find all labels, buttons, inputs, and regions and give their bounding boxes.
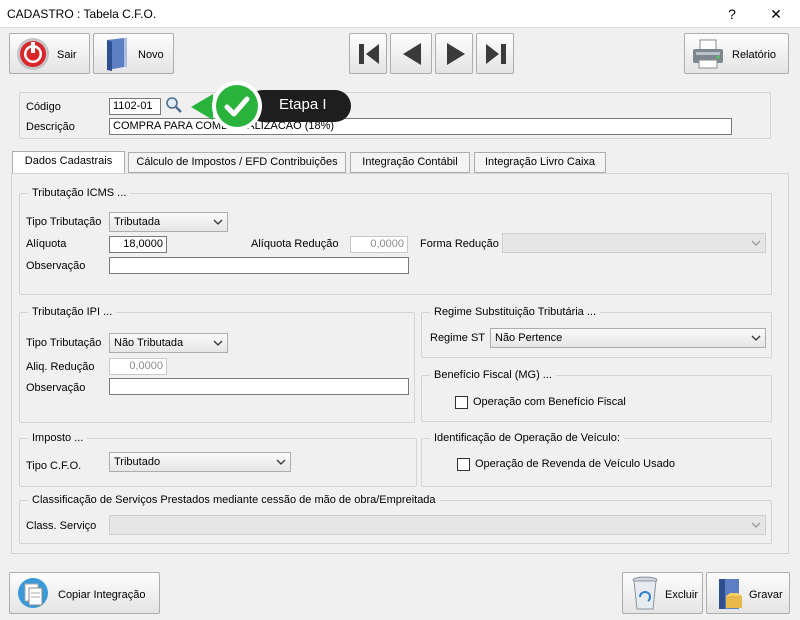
icms-obs-input[interactable] (109, 257, 409, 274)
regime-label: Regime ST (430, 332, 486, 344)
chevron-down-icon (751, 236, 761, 250)
imposto-tipo-label: Tipo C.F.O. (26, 460, 82, 472)
last-icon (483, 41, 509, 67)
chevron-down-icon (213, 215, 223, 229)
icms-obs-label: Observação (26, 260, 86, 272)
icms-reducao-label: Alíquota Redução (251, 238, 339, 250)
codigo-input[interactable]: 1102-01 (109, 98, 161, 115)
icms-aliquota-input[interactable]: 18,0000 (109, 236, 167, 253)
icms-forma-label: Forma Redução (420, 238, 499, 250)
save-folder-icon (715, 576, 745, 612)
ipi-tipo-label: Tipo Tributação (26, 337, 102, 349)
tab-integracao-contabil[interactable]: Integração Contábil (350, 152, 470, 173)
regime-select[interactable]: Não Pertence (490, 328, 766, 348)
tab-label: Dados Cadastrais (24, 155, 113, 167)
etapa-label: Etapa I (279, 96, 327, 113)
next-record-button[interactable] (435, 33, 473, 74)
title-bar: CADASTRO : Tabela C.F.O. ? ✕ (0, 0, 800, 28)
ipi-reducao-label: Aliq. Redução (26, 361, 95, 373)
beneficio-title: Benefício Fiscal (MG) ... (430, 369, 556, 381)
ipi-obs-input[interactable] (109, 378, 409, 395)
window-title: CADASTRO : Tabela C.F.O. (7, 7, 157, 21)
exit-button[interactable]: Sair (9, 33, 90, 74)
chevron-down-icon (751, 518, 761, 532)
delete-label: Excluir (665, 589, 699, 601)
copy-label: Copiar Integração (58, 589, 146, 601)
beneficio-check-label: Operação com Benefício Fiscal (473, 396, 626, 408)
veiculo-title: Identificação de Operação de Veículo: (430, 432, 624, 444)
tab-calculo-impostos[interactable]: Cálculo de Impostos / EFD Contribuições (128, 152, 346, 173)
ipi-tipo-select[interactable]: Não Tributada (109, 333, 228, 353)
first-icon (356, 41, 382, 67)
delete-button[interactable]: Excluir (622, 572, 703, 614)
codigo-label: Código (26, 101, 61, 113)
icms-title: Tributação ICMS ... (28, 187, 131, 199)
icms-forma-select[interactable] (502, 233, 766, 253)
help-button[interactable]: ? (720, 4, 744, 24)
report-button[interactable]: Relatório (684, 33, 789, 74)
exit-label: Sair (57, 49, 77, 61)
ipi-tipo-value: Não Tributada (114, 337, 184, 349)
report-label: Relatório (732, 49, 777, 61)
previous-record-button[interactable] (390, 33, 432, 74)
ipi-reducao-input[interactable]: 0,0000 (109, 358, 167, 375)
last-record-button[interactable] (476, 33, 514, 74)
regime-title: Regime Substituição Tributária ... (430, 306, 601, 318)
descricao-label: Descrição (26, 121, 75, 133)
document-icon (104, 37, 130, 71)
chevron-down-icon (213, 336, 223, 350)
printer-icon (691, 38, 725, 70)
save-button[interactable]: Gravar (706, 572, 790, 614)
previous-icon (399, 41, 425, 67)
save-label: Gravar (749, 589, 783, 601)
etapa-badge: Etapa I (187, 80, 355, 134)
tab-label: Integração Livro Caixa (484, 156, 596, 168)
ipi-title: Tributação IPI ... (28, 306, 117, 318)
chevron-down-icon (276, 455, 286, 469)
veiculo-check-label: Operação de Revenda de Veículo Usado (475, 458, 675, 470)
trash-icon (631, 575, 659, 611)
tab-label: Integração Contábil (362, 156, 458, 168)
imposto-tipo-value: Tributado (114, 456, 161, 468)
next-icon (443, 41, 469, 67)
servicos-title: Classificação de Serviços Prestados medi… (28, 494, 440, 506)
copy-icon (16, 576, 50, 610)
icms-tipo-select[interactable]: Tributada (109, 212, 228, 232)
imposto-title: Imposto ... (28, 432, 88, 444)
veiculo-checkbox[interactable] (457, 458, 470, 471)
first-record-button[interactable] (349, 33, 387, 74)
icms-tipo-value: Tributada (114, 216, 161, 228)
icms-reducao-input[interactable]: 0,0000 (350, 236, 408, 253)
new-label: Novo (138, 49, 164, 61)
chevron-down-icon (751, 331, 761, 345)
close-button[interactable]: ✕ (764, 4, 788, 24)
servicos-select[interactable] (109, 515, 766, 535)
copy-integration-button[interactable]: Copiar Integração (9, 572, 160, 614)
beneficio-checkbox[interactable] (455, 396, 468, 409)
tab-dados-cadastrais[interactable]: Dados Cadastrais (12, 151, 125, 174)
search-icon[interactable] (165, 96, 183, 114)
icms-tipo-label: Tipo Tributação (26, 216, 102, 228)
tab-label: Cálculo de Impostos / EFD Contribuições (136, 156, 338, 168)
power-icon (16, 37, 50, 71)
servicos-label: Class. Serviço (26, 520, 97, 532)
imposto-tipo-select[interactable]: Tributado (109, 452, 291, 472)
icms-aliquota-label: Alíquota (26, 238, 67, 250)
regime-value: Não Pertence (495, 332, 563, 344)
tab-integracao-livro-caixa[interactable]: Integração Livro Caixa (474, 152, 606, 173)
new-button[interactable]: Novo (93, 33, 174, 74)
ipi-obs-label: Observação (26, 382, 86, 394)
